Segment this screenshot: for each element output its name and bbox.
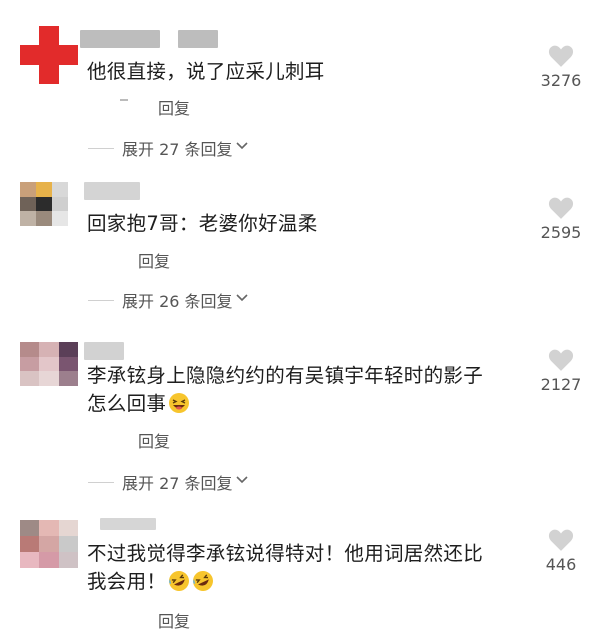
reply-button[interactable]: 回复 bbox=[158, 608, 190, 632]
avatar[interactable] bbox=[20, 26, 78, 84]
rolling-on-floor-laughing-emoji bbox=[192, 570, 214, 592]
time-placeholder bbox=[120, 99, 128, 101]
avatar[interactable] bbox=[20, 342, 78, 386]
username[interactable] bbox=[80, 30, 160, 48]
comment-text: 他很直接，说了应采儿刺耳 bbox=[87, 60, 325, 83]
comment-item: 李承铉身上隐隐约约的有吴镇宇年轻时的影子 怎么回事 回复 展开 27 条回复 2… bbox=[0, 330, 595, 500]
expand-label: 展开 27 条回复 bbox=[122, 474, 233, 493]
rolling-on-floor-laughing-emoji bbox=[168, 570, 190, 592]
chevron-down-icon bbox=[235, 292, 249, 306]
heart-icon bbox=[548, 197, 574, 219]
chevron-down-icon bbox=[235, 140, 249, 154]
like-button[interactable]: 446 bbox=[538, 528, 584, 574]
heart-icon bbox=[548, 349, 574, 371]
divider bbox=[88, 481, 114, 483]
comment-item: 回家抱7哥：老婆你好温柔 回复 展开 26 条回复 2595 bbox=[0, 160, 595, 320]
username-suffix bbox=[178, 30, 218, 48]
username[interactable] bbox=[100, 518, 156, 530]
avatar[interactable] bbox=[20, 520, 78, 568]
like-count: 3276 bbox=[540, 71, 582, 90]
like-button[interactable]: 2127 bbox=[538, 348, 584, 394]
like-count: 2595 bbox=[540, 223, 582, 242]
avatar[interactable] bbox=[20, 182, 68, 226]
expand-replies-button[interactable]: 展开 27 条回复 bbox=[88, 470, 249, 494]
divider bbox=[88, 299, 114, 301]
heart-icon bbox=[548, 45, 574, 67]
comment-text: 李承铉身上隐隐约约的有吴镇宇年轻时的影子 怎么回事 bbox=[87, 364, 484, 415]
expand-label: 展开 27 条回复 bbox=[122, 140, 233, 159]
expand-label: 展开 26 条回复 bbox=[122, 292, 233, 311]
reply-button[interactable]: 回复 bbox=[138, 248, 170, 272]
like-count: 446 bbox=[545, 555, 577, 574]
heart-icon bbox=[548, 529, 574, 551]
reply-button[interactable]: 回复 bbox=[158, 95, 190, 119]
comment-text: 回家抱7哥：老婆你好温柔 bbox=[87, 212, 318, 235]
username[interactable] bbox=[84, 182, 140, 200]
like-button[interactable]: 2595 bbox=[538, 196, 584, 242]
reply-button[interactable]: 回复 bbox=[138, 428, 170, 452]
chevron-down-icon bbox=[235, 474, 249, 488]
divider bbox=[88, 147, 114, 149]
comment-item: 他很直接，说了应采儿刺耳 回复 展开 27 条回复 3276 bbox=[0, 0, 595, 160]
like-count: 2127 bbox=[540, 375, 582, 394]
comment-item: 不过我觉得李承铉说得特对！他用词居然还比 我会用！ 回复 446 bbox=[0, 510, 595, 640]
expand-replies-button[interactable]: 展开 26 条回复 bbox=[88, 288, 249, 312]
username[interactable] bbox=[84, 342, 124, 360]
like-button[interactable]: 3276 bbox=[538, 44, 584, 90]
expand-replies-button[interactable]: 展开 27 条回复 bbox=[88, 136, 249, 160]
comment-text: 不过我觉得李承铉说得特对！他用词居然还比 我会用！ bbox=[87, 542, 484, 593]
laughing-emoji bbox=[168, 392, 190, 414]
